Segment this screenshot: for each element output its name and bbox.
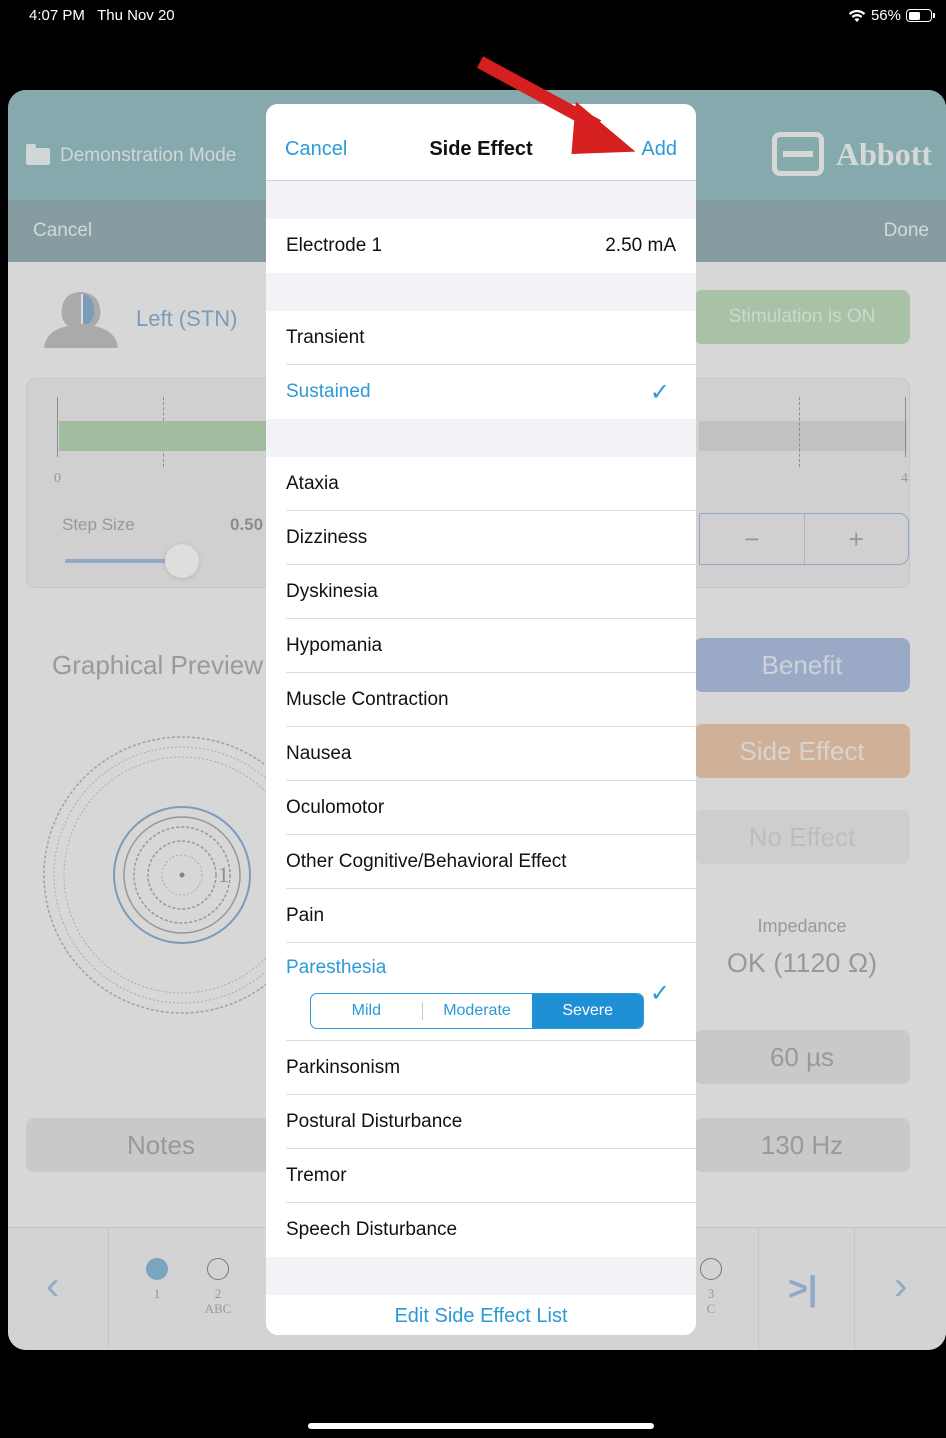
effect-label: Ataxia <box>286 473 339 494</box>
effect-option[interactable]: Nausea <box>266 727 696 781</box>
severity-severe[interactable]: Severe <box>532 994 643 1028</box>
effect-option[interactable]: Ataxia <box>266 457 696 511</box>
section-gap <box>266 419 696 457</box>
severity-segmented-control[interactable]: Mild Moderate Severe <box>310 993 644 1029</box>
effect-label: Speech Disturbance <box>286 1219 458 1240</box>
duration-option-transient[interactable]: Transient <box>266 311 696 365</box>
status-time: 4:07 PM <box>29 7 85 24</box>
effect-label: Nausea <box>286 743 352 764</box>
effect-label: Dyskinesia <box>286 581 378 602</box>
electrode-label: Electrode 1 <box>286 235 383 256</box>
battery-percent: 56% <box>870 7 901 24</box>
status-right: 56% <box>848 7 935 24</box>
effect-option[interactable]: Oculomotor <box>266 781 696 835</box>
wifi-icon <box>848 9 866 22</box>
effect-option[interactable]: Hypomania <box>266 619 696 673</box>
edit-side-effect-list-link[interactable]: Edit Side Effect List <box>266 1295 696 1335</box>
side-effect-sheet: Side Effect Cancel Add Electrode 1 2.50 … <box>266 104 696 1335</box>
battery-icon <box>906 9 935 22</box>
effect-label: Parkinsonism <box>286 1057 401 1078</box>
effect-option[interactable]: Speech Disturbance <box>266 1203 696 1257</box>
section-gap <box>266 273 696 311</box>
electrode-row: Electrode 1 2.50 mA <box>266 219 696 273</box>
effect-label: Oculomotor <box>286 797 385 818</box>
checkmark-icon: ✓ <box>649 980 670 1007</box>
status-time-date: 4:07 PM Thu Nov 20 <box>29 7 175 24</box>
severity-mild[interactable]: Mild <box>311 994 422 1028</box>
duration-label: Transient <box>286 327 365 348</box>
effect-option-selected[interactable]: Paresthesia ✓ Mild Moderate Severe <box>266 943 696 1041</box>
status-bar: 4:07 PM Thu Nov 20 56% <box>0 0 946 32</box>
effect-label: Other Cognitive/Behavioral Effect <box>286 851 567 872</box>
status-date: Thu Nov 20 <box>97 7 175 24</box>
effect-option[interactable]: Pain <box>266 889 696 943</box>
effect-label: Paresthesia <box>286 957 387 978</box>
electrode-amplitude: 2.50 mA <box>605 235 676 256</box>
effect-label: Dizziness <box>286 527 368 548</box>
duration-label: Sustained <box>286 381 371 402</box>
effect-option[interactable]: Parkinsonism <box>266 1041 696 1095</box>
effect-label: Hypomania <box>286 635 383 656</box>
effect-option[interactable]: Tremor <box>266 1149 696 1203</box>
effect-label: Tremor <box>286 1165 347 1186</box>
severity-moderate[interactable]: Moderate <box>421 994 533 1028</box>
duration-option-sustained[interactable]: Sustained ✓ <box>266 365 696 419</box>
effect-option[interactable]: Dyskinesia <box>266 565 696 619</box>
section-gap <box>266 181 696 219</box>
effect-option[interactable]: Other Cognitive/Behavioral Effect <box>266 835 696 889</box>
sheet-cancel-button[interactable]: Cancel <box>285 138 347 161</box>
effect-option[interactable]: Muscle Contraction <box>266 673 696 727</box>
annotation-arrow-icon <box>476 56 636 155</box>
section-gap <box>266 1257 696 1295</box>
home-indicator[interactable] <box>308 1423 654 1429</box>
effect-label: Postural Disturbance <box>286 1111 463 1132</box>
effect-label: Pain <box>286 905 325 926</box>
checkmark-icon: ✓ <box>649 378 670 406</box>
effect-option[interactable]: Postural Disturbance <box>266 1095 696 1149</box>
effect-option[interactable]: Dizziness <box>266 511 696 565</box>
effect-label: Muscle Contraction <box>286 689 449 710</box>
